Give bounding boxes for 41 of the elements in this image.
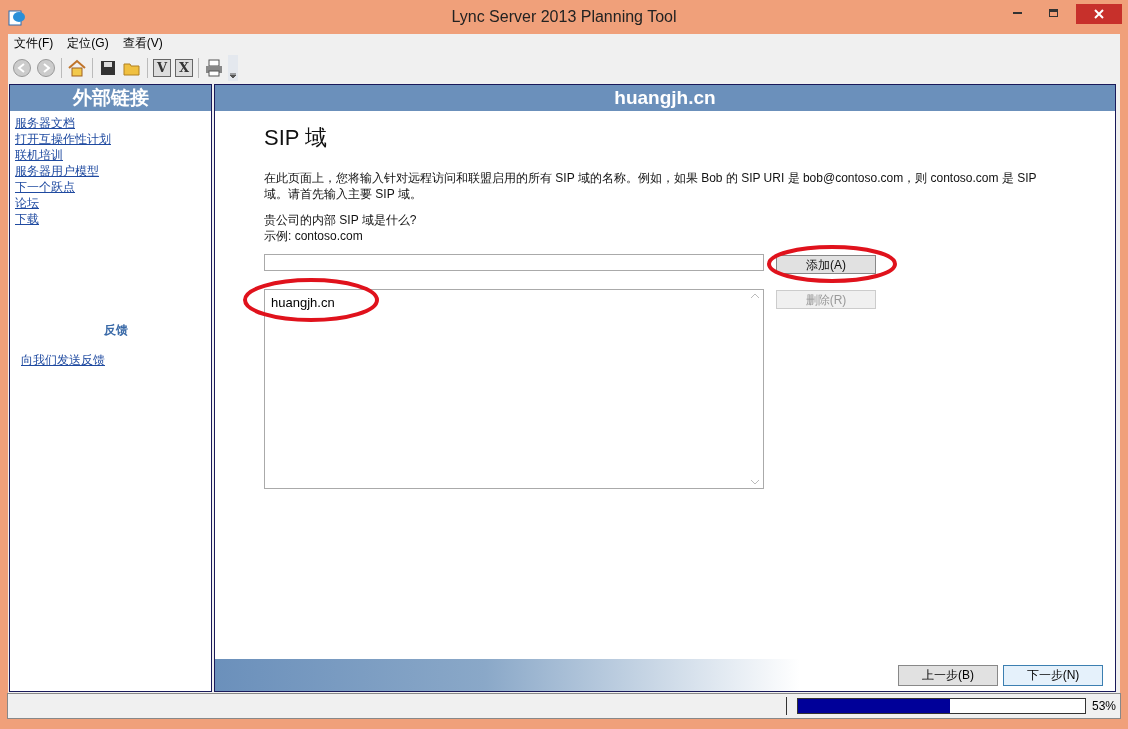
app-icon [8,9,26,27]
sidebar-link[interactable]: 论坛 [15,195,39,211]
scroll-up-icon[interactable] [750,293,759,298]
sidebar-link[interactable]: 打开互操作性计划 [15,131,111,147]
window-title: Lync Server 2013 Planning Tool [451,7,677,27]
page-heading: SIP 域 [264,124,329,152]
overflow-icon[interactable] [228,55,238,81]
domain-list-item[interactable]: huangjh.cn [271,293,335,313]
minimize-icon [1012,12,1022,14]
description-text: 在此页面上，您将输入针对远程访问和联盟启用的所有 SIP 域的名称。例如，如果 Bob 的 SIP URI 是 bob@contoso.com，则 contoso.com 是 SIP 域。请首先输入主要 SIP 域。 [264,170,1038,202]
sidebar-link[interactable]: 下一个跃点 [15,179,75,195]
printer-icon[interactable] [204,58,224,78]
sidebar-link[interactable]: 服务器用户模型 [15,163,99,179]
sip-domain-input[interactable] [264,254,764,271]
sidebar-link[interactable]: 下载 [15,211,39,227]
menu-item[interactable]: 文件(F) [14,34,54,52]
question-text: 贵公司的内部 SIP 域是什么? [264,212,418,228]
feedback-heading: 反馈 [102,322,129,339]
back-icon[interactable] [12,58,32,78]
domain-list[interactable]: huangjh.cn [264,289,764,489]
example-text: 示例: contoso.com [264,228,364,244]
menu-item[interactable]: 查看(V) [122,34,163,52]
sidebar-link[interactable]: 服务器文档 [15,115,75,131]
panel-header: huangjh.cn [215,85,1115,111]
toolbar-button[interactable]: V [153,59,171,77]
add-button[interactable]: 添加(A) [776,255,876,274]
forward-icon[interactable] [36,58,56,78]
next-button[interactable]: 下一步(N) [1003,664,1103,686]
feedback-link[interactable]: 向我们发送反馈 [21,351,105,369]
toolbar-button[interactable]: X [175,59,193,77]
save-icon[interactable] [98,58,118,78]
maximize-icon [1048,9,1058,17]
back-button[interactable]: 上一步(B) [898,664,998,686]
close-button[interactable] [1076,4,1122,24]
sidebar-link[interactable]: 联机培训 [15,147,63,163]
home-icon[interactable] [67,58,87,78]
close-icon [1094,9,1104,19]
sidebar-title: 外部链接 [10,85,211,111]
scroll-down-icon[interactable] [750,480,759,485]
progress-percent: 53% [1091,698,1116,715]
menu-item[interactable]: 定位(G) [67,34,109,52]
